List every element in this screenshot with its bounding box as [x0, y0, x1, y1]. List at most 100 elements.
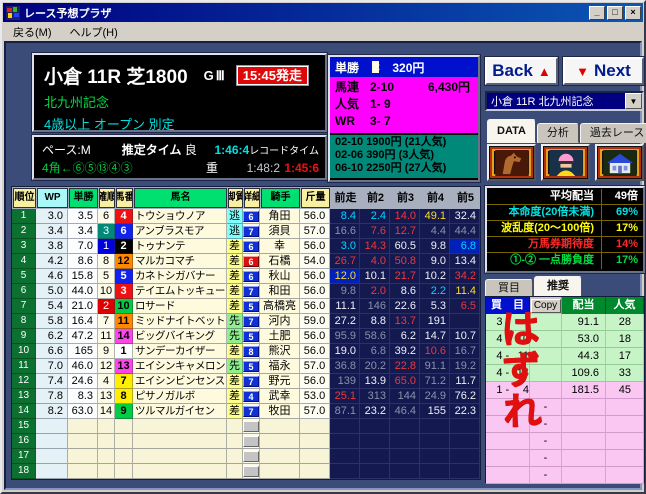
history-cell: 26.7 [330, 254, 360, 269]
table-row[interactable]: 5 4.6 15.8 5 5 カネトシガバナー差 6 秋山 56.0 12.0 10.1 21.7 10… [12, 269, 480, 284]
weight-cell: 56.0 [300, 329, 330, 344]
detail-button[interactable]: 7 [243, 315, 259, 327]
history-cell: 21.7 [390, 269, 420, 284]
race-selector[interactable]: 小倉 11R 北九州記念 ▼ [485, 91, 644, 111]
detail-button[interactable] [243, 465, 259, 477]
tab-data[interactable]: DATA [487, 119, 536, 143]
maximize-button[interactable]: □ [607, 5, 623, 20]
detail-button[interactable]: 6 [243, 240, 259, 252]
detail-cell: 7 [243, 224, 260, 239]
bet-row[interactable]: 3-4 91.1 28 [486, 314, 644, 331]
stat-row: 万馬券期待度 14% [487, 237, 643, 253]
detail-button[interactable]: 7 [243, 375, 259, 387]
detail-button[interactable] [243, 435, 259, 447]
bet-tab-suisho[interactable]: 推奨 [534, 276, 582, 297]
umaban-cell [115, 434, 133, 449]
bet-copy-cell [530, 314, 562, 331]
minimize-button[interactable]: _ [589, 5, 605, 20]
table-row[interactable]: 11 7.0 46.0 12 13 エイシンキャメロン先 5 福永 57.0 36.8 20.2 22… [12, 359, 480, 374]
bet-row[interactable]: - [486, 433, 644, 450]
table-row[interactable]: 7 5.4 21.0 2 10 ロサード差 5 高橋亮 56.0 11.1 146 22.6 5.3 6.… [12, 299, 480, 314]
detail-button[interactable]: 8 [243, 345, 259, 357]
detail-button[interactable]: 5 [243, 300, 259, 312]
detail-button[interactable]: 6 [243, 210, 259, 222]
next-button-label: Next [594, 61, 631, 80]
bet-tab-kaime[interactable]: 買目 [485, 279, 533, 297]
dropdown-arrow-icon[interactable]: ▼ [625, 93, 642, 109]
umaban-cell: 7 [115, 374, 133, 389]
history-cell: 6.8 [360, 344, 390, 359]
bet-row[interactable]: - [486, 416, 644, 433]
detail-button[interactable]: 5 [243, 330, 259, 342]
bet-payout-cell [562, 467, 606, 484]
bet-row[interactable]: - [486, 399, 644, 416]
detail-button[interactable] [243, 450, 259, 462]
table-row[interactable]: 13 7.8 8.3 13 8 ピサノガルボ差 4 武幸 53.0 25.1 313 144 24.9 7… [12, 389, 480, 404]
history-cell: 49.1 [420, 209, 450, 224]
jockey-data-button[interactable] [541, 144, 590, 181]
running-style-cell: 逃 [227, 224, 243, 239]
menu-item-back[interactable]: 戻る(M) [4, 22, 61, 42]
horse-name-cell: テイエムトッキュー [133, 284, 227, 299]
horse-name-cell [133, 419, 227, 434]
history-cell: 144 [390, 389, 420, 404]
close-button[interactable]: × [625, 5, 641, 20]
weight-cell: 56.0 [300, 239, 330, 254]
column-header: 馬番 [116, 188, 133, 208]
running-style-cell: 先 [227, 329, 243, 344]
back-button[interactable]: Back ▲ [484, 56, 559, 86]
table-row[interactable]: 4 4.2 8.6 8 12 マルカコマチ差 6 石橋 54.0 26.7 4.0 50.8 9.0 13… [12, 254, 480, 269]
tab-analysis[interactable]: 分析 [536, 123, 579, 143]
bet-ninki-cell [606, 467, 644, 484]
table-row[interactable]: 3 3.8 7.0 1 2 トゥナンテ差 6 幸 56.0 3.0 14.3 60.5 9.8 6.8 [12, 239, 480, 254]
detail-button[interactable]: 6 [243, 270, 259, 282]
detail-cell [243, 419, 260, 434]
history-cell: 71.2 [420, 374, 450, 389]
detail-button[interactable]: 6 [243, 255, 259, 267]
table-row[interactable]: 2 3.4 3.4 3 6 アンブラスモア逃 7 須貝 57.0 16.6 7.6 12.7 4.4 44… [12, 224, 480, 239]
estimated-time-label: 推定タイム [121, 143, 182, 157]
umaban-cell [115, 464, 133, 479]
history-cell: 14.0 [390, 209, 420, 224]
table-row[interactable]: 14 8.2 63.0 14 9 ツルマルガイセン差 7 牧田 57.0 87.1 23.2 46.4… [12, 404, 480, 419]
bet-row[interactable]: - [486, 450, 644, 467]
menu-item-help[interactable]: ヘルプ(H) [61, 22, 127, 42]
history-cell: 6.5 [450, 299, 480, 314]
table-row[interactable]: 10 6.6 165 9 1 サンデーカイザー差 8 熊沢 56.0 19.0 6.8 39.2 10.… [12, 344, 480, 359]
bet-row[interactable]: 4-10 53.0 18 [486, 331, 644, 348]
detail-button[interactable] [243, 420, 259, 432]
tab-pastrace[interactable]: 過去レース [579, 123, 646, 143]
horse-data-button[interactable] [487, 144, 536, 181]
table-row[interactable]: 6 5.0 44.0 10 3 テイエムトッキュー差 7 和田 56.0 9.8 2.0 8.6 2.2… [12, 284, 480, 299]
bet-row[interactable]: 1-4 181.5 45 [486, 382, 644, 399]
next-button[interactable]: ▼ Next [562, 56, 645, 86]
icon-button-row [487, 144, 644, 182]
rank-cell: 12 [12, 374, 36, 389]
bet-row[interactable]: 4-11 44.3 17 [486, 348, 644, 365]
history-cell: 22.8 [390, 359, 420, 374]
copy-button[interactable]: Copy [530, 298, 561, 313]
bet-row[interactable]: - [486, 467, 644, 484]
wp-cell: 3.0 [36, 209, 68, 224]
detail-button[interactable]: 4 [243, 390, 259, 402]
history-cell: 13.9 [360, 374, 390, 389]
detail-button[interactable]: 5 [243, 360, 259, 372]
bet-ninki-cell [606, 416, 644, 433]
detail-button[interactable]: 7 [243, 285, 259, 297]
bet-row[interactable]: 4-14 109.6 33 [486, 365, 644, 382]
detail-button[interactable]: 7 [243, 405, 259, 417]
weight-cell: 56.0 [300, 299, 330, 314]
table-row[interactable]: 9 6.2 47.2 11 14 ビッグバイキング先 5 土肥 56.0 95.9 58.6 6.2 1… [12, 329, 480, 344]
detail-button[interactable]: 7 [243, 225, 259, 237]
table-row[interactable]: 12 7.4 24.6 4 7 エイシンビンセンス差 7 野元 56.0 139 13.9 65.0 7… [12, 374, 480, 389]
history-cell: 3.0 [330, 239, 360, 254]
weight-cell: 56.0 [300, 209, 330, 224]
table-row[interactable]: 8 5.8 16.4 7 11 ミッドナイトベット先 7 河内 59.0 27.2 8.8 13.7 1… [12, 314, 480, 329]
wp-cell: 4.6 [36, 269, 68, 284]
history-cell [420, 464, 450, 479]
weight-cell: 56.0 [300, 284, 330, 299]
stable-data-button[interactable] [595, 144, 644, 181]
table-row[interactable]: 1 3.0 3.5 6 4 トウショウノア逃 6 角田 56.0 8.4 2.4 14.0 49.1 32… [12, 209, 480, 224]
bet-header-payout: 配当 [562, 297, 606, 314]
running-style-cell: 差 [227, 344, 243, 359]
